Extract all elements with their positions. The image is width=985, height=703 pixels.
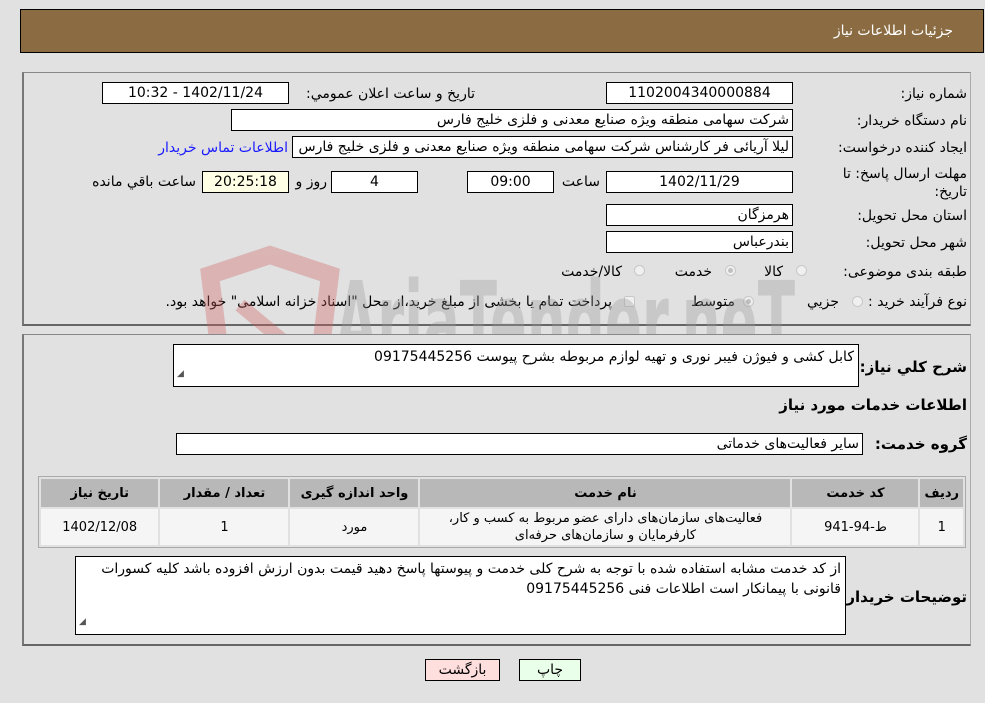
category-service-label: خدمت <box>674 264 712 280</box>
requester-field[interactable]: لیلا آریائی فر کارشناس شرکت سهامی منطقه … <box>292 136 793 158</box>
announce-datetime-label: تاریخ و ساعت اعلان عمومي: <box>306 86 475 102</box>
buyer-contact-link[interactable]: اطلاعات تماس خريدار <box>158 140 288 156</box>
table-header-row: رديف کد خدمت نام خدمت واحد اندازه گیری ت… <box>41 479 963 507</box>
time-remaining-field: 20:25:18 <box>202 171 289 193</box>
buyer-org-field[interactable]: شرکت سهامی منطقه ویژه صنایع معدنی و فلزی… <box>231 109 793 131</box>
back-button[interactable]: بازگشت <box>425 659 500 681</box>
deadline-date-field[interactable]: 1402/11/29 <box>606 171 793 193</box>
cell-service-code: ط-94-941 <box>792 509 919 545</box>
time-remaining-label: ساعت باقي مانده <box>92 174 196 190</box>
need-number-field[interactable]: 1102004340000884 <box>606 82 793 104</box>
col-service-code: کد خدمت <box>792 479 919 507</box>
buyer-notes-textarea[interactable]: از کد خدمت مشابه استفاده شده با توجه به … <box>75 556 846 635</box>
buyer-org-label: نام دستگاه خريدار: <box>856 113 967 129</box>
province-field[interactable]: هرمزگان <box>606 204 793 226</box>
deadline-time-field[interactable]: 09:00 <box>467 171 554 193</box>
services-table-wrap: رديف کد خدمت نام خدمت واحد اندازه گیری ت… <box>38 476 966 548</box>
deadline-label: مهلت ارسال پاسخ: تا تاریخ: <box>842 166 967 200</box>
days-remaining-field: 4 <box>331 171 418 193</box>
province-label: استان محل تحویل: <box>857 208 967 224</box>
category-goods-radio[interactable] <box>796 265 807 276</box>
table-row: 1 ط-94-941 فعالیت‌های سازمان‌های دارای ع… <box>41 509 963 545</box>
category-goods-service-radio[interactable] <box>634 265 645 276</box>
col-service-name: نام خدمت <box>420 479 791 507</box>
purchase-type-minor-radio[interactable] <box>852 296 863 307</box>
description-label: شرح کلي نياز: <box>859 358 967 376</box>
cell-unit: مورد <box>290 509 419 545</box>
col-unit: واحد اندازه گیری <box>290 479 419 507</box>
purchase-type-medium-radio[interactable] <box>743 296 754 307</box>
resize-grip-icon[interactable]: ◢ <box>177 364 184 384</box>
service-group-label: گروه خدمت: <box>874 435 967 453</box>
service-group-field[interactable]: سایر فعالیت‌های خدماتی <box>176 433 863 455</box>
need-number-label: شماره نیاز: <box>900 86 968 102</box>
purchase-type-minor-label: جزيي <box>807 294 839 310</box>
category-service-radio[interactable] <box>725 265 736 276</box>
city-field[interactable]: بندرعباس <box>606 231 793 253</box>
purchase-type-medium-label: متوسط <box>691 294 735 310</box>
cell-row-number: 1 <box>920 509 963 545</box>
treasury-bonds-label: پرداخت تمام یا بخشی از مبلغ خرید،از محل … <box>165 294 612 310</box>
category-goods-label: کالا <box>764 264 783 280</box>
page-header: جزئیات اطلاعات نیاز <box>20 9 984 53</box>
announce-datetime-field[interactable]: 1402/11/24 - 10:32 <box>102 82 289 104</box>
buyer-notes-label: توضیحات خریدار: <box>840 588 967 606</box>
resize-grip-icon[interactable]: ◢ <box>79 612 86 632</box>
purchase-type-label: نوع فرآیند خرید : <box>868 294 967 310</box>
category-goods-service-label: کالا/خدمت <box>561 264 622 280</box>
cell-need-date: 1402/12/08 <box>41 509 159 545</box>
description-text: کابل کشی و فیوژن فیبر نوری و تهیه لوازم … <box>374 349 854 365</box>
deadline-time-label: ساعت <box>561 174 600 190</box>
cell-quantity: 1 <box>160 509 289 545</box>
col-row-number: رديف <box>920 479 963 507</box>
services-section-title: اطلاعات خدمات مورد نياز <box>779 396 967 414</box>
page-title: جزئیات اطلاعات نیاز <box>833 23 953 39</box>
col-need-date: تاریخ نیاز <box>41 479 159 507</box>
services-table: رديف کد خدمت نام خدمت واحد اندازه گیری ت… <box>39 477 965 547</box>
cell-service-name: فعالیت‌های سازمان‌های دارای عضو مربوط به… <box>420 509 791 545</box>
category-label: طبقه بندی موضوعی: <box>843 264 967 280</box>
days-label: روز و <box>295 174 328 190</box>
description-textarea[interactable]: کابل کشی و فیوژن فیبر نوری و تهیه لوازم … <box>173 344 859 387</box>
col-quantity: تعداد / مقدار <box>160 479 289 507</box>
treasury-bonds-checkbox[interactable] <box>624 296 635 307</box>
print-button[interactable]: چاپ <box>519 659 581 681</box>
requester-label: ایجاد کننده درخواست: <box>838 140 967 156</box>
buyer-notes-text: از کد خدمت مشابه استفاده شده با توجه به … <box>101 561 841 597</box>
city-label: شهر محل تحویل: <box>865 235 967 251</box>
